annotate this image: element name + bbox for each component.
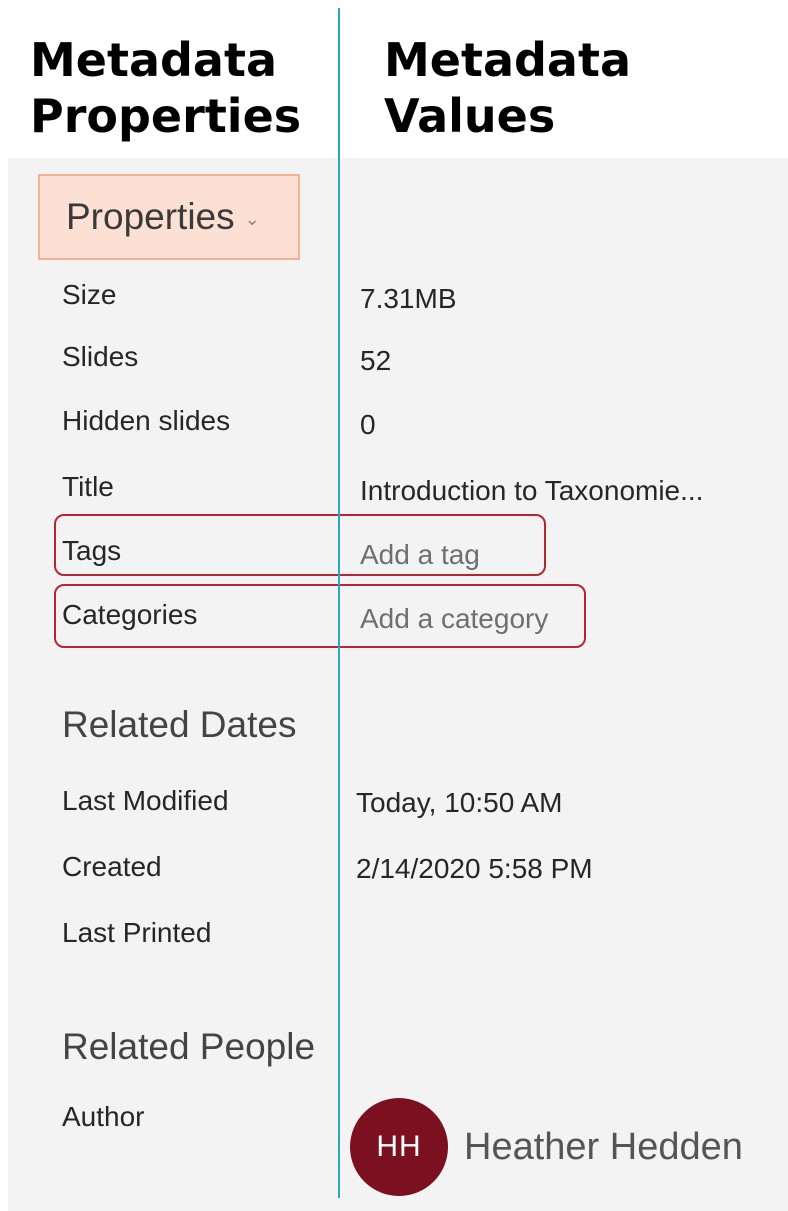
related-people-heading: Related People xyxy=(62,1026,316,1067)
date-label-last-printed: Last Printed xyxy=(62,917,212,948)
chevron-down-icon: ⌄ xyxy=(244,208,260,229)
property-label-slides: Slides xyxy=(62,341,139,372)
author-label: Author xyxy=(62,1101,145,1132)
column-divider-line xyxy=(338,8,340,1198)
date-value-last-modified: Today, 10:50 AM xyxy=(356,787,563,818)
property-value-slides: 52 xyxy=(360,345,392,376)
date-value-created: 2/14/2020 5:58 PM xyxy=(356,853,593,884)
metadata-values-heading: Metadata Values xyxy=(384,32,631,144)
categories-highlight-box xyxy=(54,584,586,648)
author-name[interactable]: Heather Hedden xyxy=(464,1126,743,1169)
property-value-title[interactable]: Introduction to Taxonomie... xyxy=(360,474,703,508)
avatar[interactable]: HH xyxy=(350,1098,448,1196)
metadata-properties-heading: Metadata Properties xyxy=(30,32,301,144)
date-label-created: Created xyxy=(62,851,162,882)
properties-dropdown-button[interactable]: Properties ⌄ xyxy=(38,174,300,260)
property-label-title: Title xyxy=(62,471,114,502)
heading-line-1: Metadata xyxy=(30,33,278,87)
author-entry[interactable]: HH Heather Hedden xyxy=(350,1098,743,1196)
date-label-last-modified: Last Modified xyxy=(62,785,229,816)
properties-button-label: Properties xyxy=(66,196,235,237)
property-value-hidden-slides: 0 xyxy=(360,409,376,440)
heading-line-1: Metadata xyxy=(384,33,632,87)
property-value-size: 7.31MB xyxy=(360,283,457,314)
property-label-hidden-slides: Hidden slides xyxy=(62,405,231,436)
tags-highlight-box xyxy=(54,514,546,576)
heading-line-2: Values xyxy=(384,89,556,143)
related-dates-heading: Related Dates xyxy=(62,704,297,745)
heading-line-2: Properties xyxy=(30,89,302,143)
property-label-size: Size xyxy=(62,279,117,310)
